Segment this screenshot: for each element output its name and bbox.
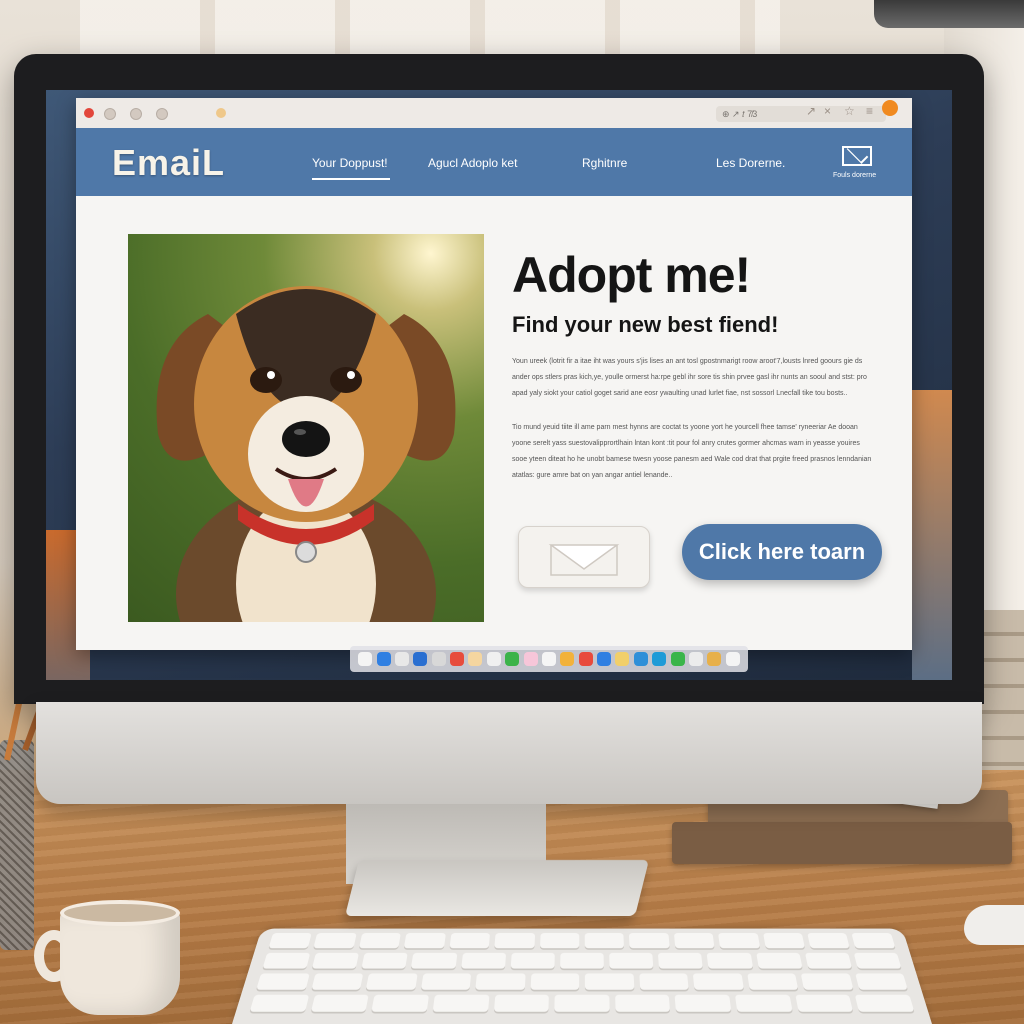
- app-icon[interactable]: [541, 652, 556, 666]
- extension-icon[interactable]: [216, 108, 226, 118]
- close-tab-icon[interactable]: ×: [824, 104, 831, 118]
- app-icon[interactable]: [413, 652, 428, 666]
- envelope-icon[interactable]: [842, 146, 872, 166]
- app-icon[interactable]: [578, 652, 593, 666]
- app-dock: [350, 646, 748, 672]
- body-paragraph-2: Tio mund yeuid tiite ill ame parn mest h…: [512, 424, 872, 479]
- page-headline: Adopt me!: [512, 247, 751, 303]
- site-navbar: EmaiL Your Doppust! Agucl Adoplo ket Rgh…: [76, 128, 912, 196]
- active-nav-indicator: [312, 178, 390, 180]
- nav-item-your-doppust[interactable]: Your Doppust!: [312, 156, 388, 170]
- app-icon[interactable]: [450, 652, 465, 666]
- book-stack-edge: [980, 610, 1024, 770]
- desk-lamp: [874, 0, 1024, 28]
- trash-icon[interactable]: [725, 652, 740, 666]
- app-icon[interactable]: [652, 652, 667, 666]
- mouse: [964, 905, 1024, 945]
- app-icon[interactable]: [670, 652, 685, 666]
- app-icon[interactable]: [468, 652, 483, 666]
- nav-item-adoption[interactable]: Agucl Adoplo ket: [428, 156, 517, 170]
- monitor-chin: [36, 702, 982, 804]
- site-logo[interactable]: EmaiL: [112, 142, 225, 184]
- background-window: [80, 0, 780, 60]
- body-paragraph-1: Youn ureek (lotrit fir a itae iht was yo…: [512, 358, 867, 397]
- app-icon[interactable]: [615, 652, 630, 666]
- app-icon[interactable]: [486, 652, 501, 666]
- bookmark-icon[interactable]: ☆: [844, 104, 855, 118]
- email-button[interactable]: [518, 526, 650, 588]
- app-icon[interactable]: [707, 652, 722, 666]
- finder-icon[interactable]: [358, 652, 373, 666]
- menu-icon[interactable]: ≡: [866, 104, 873, 118]
- share-icon[interactable]: ↗: [806, 104, 816, 118]
- address-bar[interactable]: ⊕ ↗ 𝑡 7̸3: [716, 106, 886, 122]
- minimize-window-button[interactable]: [104, 108, 116, 120]
- envelope-icon: [548, 544, 620, 576]
- dog-photo: [128, 234, 484, 622]
- monitor-stand-base: [345, 860, 649, 916]
- app-icon[interactable]: [597, 652, 612, 666]
- app-icon[interactable]: [523, 652, 538, 666]
- browser-titlebar: ⊕ ↗ 𝑡 7̸3 ↗ × ☆ ≡: [76, 98, 912, 129]
- notification-dot[interactable]: [882, 100, 898, 116]
- app-icon[interactable]: [394, 652, 409, 666]
- app-icon[interactable]: [560, 652, 575, 666]
- app-icon[interactable]: [505, 652, 520, 666]
- toolbar-dot[interactable]: [156, 108, 168, 120]
- mail-caption: Fouls dorerne: [833, 172, 877, 179]
- nav-item-rghitnre[interactable]: Rghitnre: [582, 156, 627, 170]
- app-icon[interactable]: [688, 652, 703, 666]
- coffee-mug: [34, 900, 196, 1020]
- browser-window: ⊕ ↗ 𝑡 7̸3 ↗ × ☆ ≡ EmaiL Your Doppust! Ag…: [76, 98, 912, 672]
- close-window-button[interactable]: [84, 108, 94, 118]
- cta-button[interactable]: Click here toarn: [682, 524, 882, 580]
- app-icon[interactable]: [633, 652, 648, 666]
- safari-icon[interactable]: [376, 652, 391, 666]
- nav-item-les-dorerne[interactable]: Les Dorerne.: [716, 156, 785, 170]
- keyboard: [232, 928, 932, 1024]
- app-icon[interactable]: [431, 652, 446, 666]
- page-subheadline: Find your new best fiend!: [512, 312, 779, 337]
- screen: ⊕ ↗ 𝑡 7̸3 ↗ × ☆ ≡ EmaiL Your Doppust! Ag…: [46, 90, 952, 680]
- maximize-window-button[interactable]: [130, 108, 142, 120]
